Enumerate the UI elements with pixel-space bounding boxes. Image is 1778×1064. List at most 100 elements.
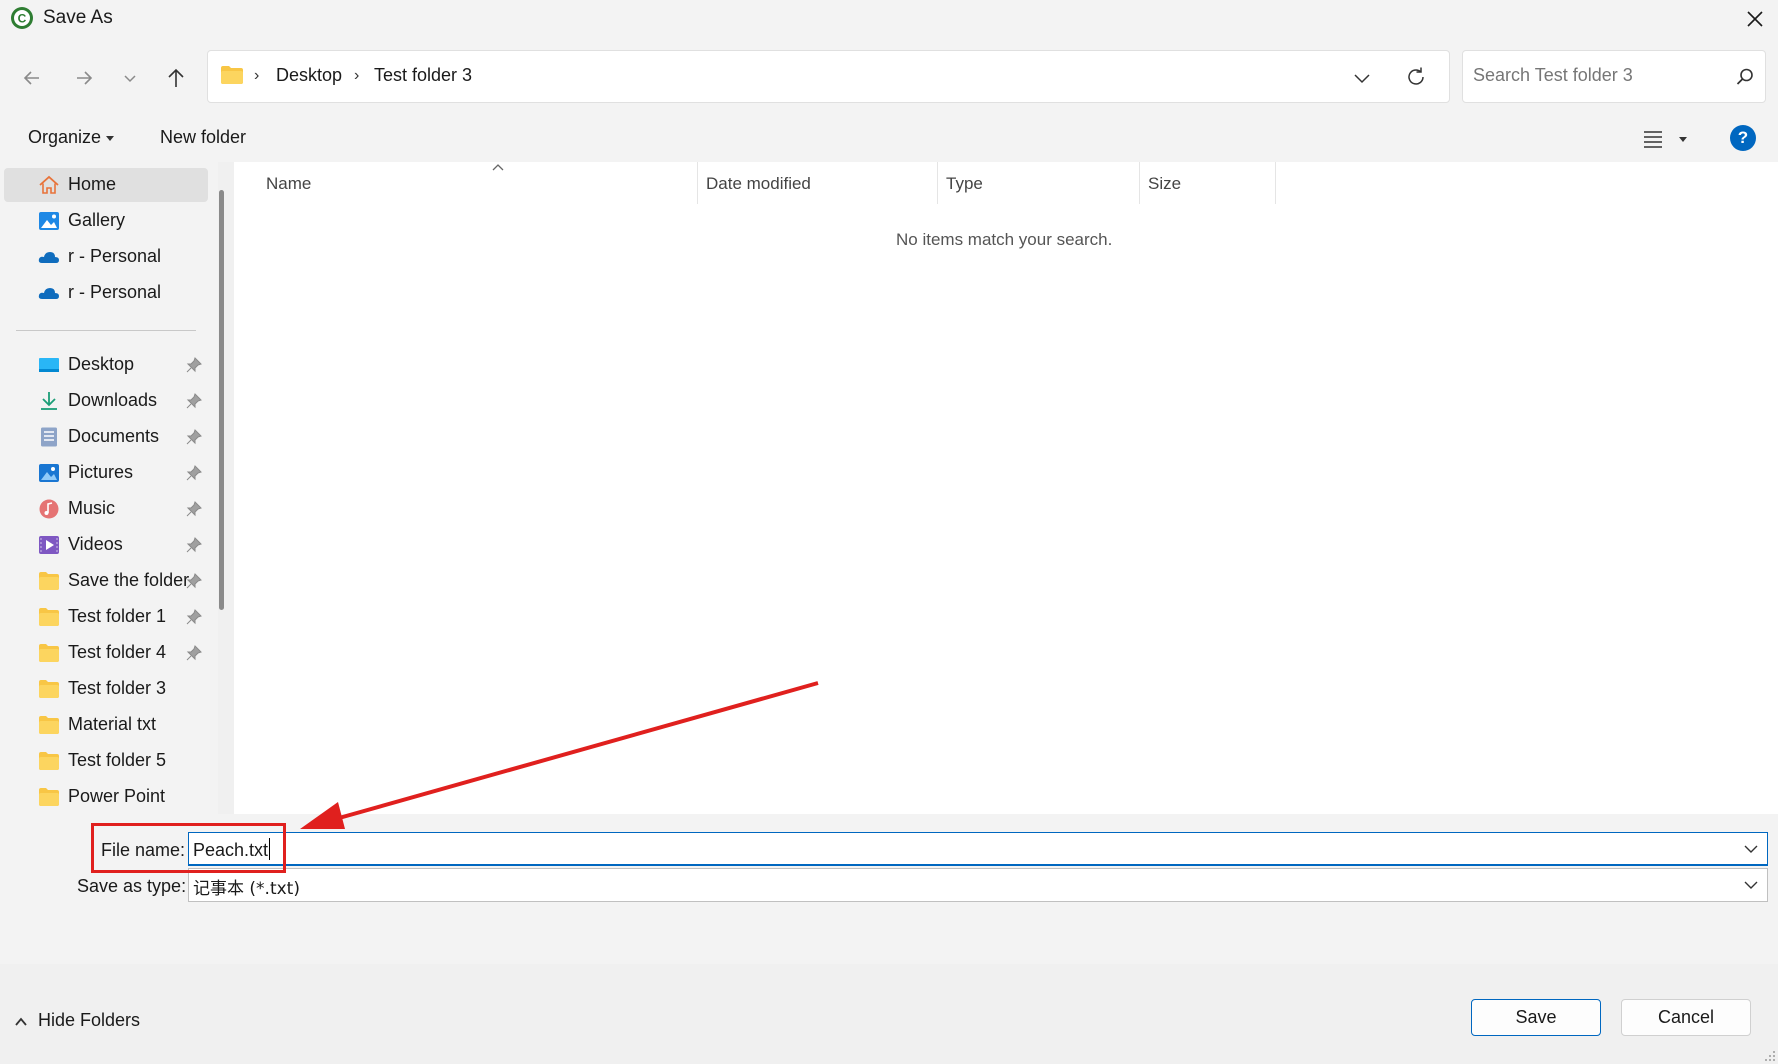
annotation-highlight-box (91, 823, 286, 873)
sidebar-item-documents[interactable]: Documents (4, 420, 208, 454)
close-icon (1747, 11, 1763, 27)
sidebar-item-label: Pictures (68, 462, 134, 482)
sidebar-item-label: Videos (68, 534, 123, 554)
sidebar-item-test-folder-3[interactable]: Test folder 3 (4, 672, 208, 706)
sidebar-item-save-the-folder[interactable]: Save the folder (4, 564, 208, 598)
breadcrumb-desktop[interactable]: Desktop (276, 65, 342, 86)
chevron-down-icon[interactable] (1743, 879, 1759, 891)
column-header-date-modified[interactable]: Date modified (698, 162, 938, 204)
column-header-name[interactable]: Name (258, 162, 698, 204)
save-button[interactable]: Save (1471, 999, 1601, 1036)
onedrive-icon (38, 288, 59, 299)
home-icon (39, 175, 59, 194)
folder-icon (39, 752, 59, 770)
sidebar-item-label: Test folder 5 (68, 750, 167, 770)
pin-icon[interactable] (186, 645, 202, 661)
folder-icon (39, 572, 59, 590)
forward-button[interactable] (66, 60, 102, 96)
cancel-button[interactable]: Cancel (1621, 999, 1751, 1036)
sidebar-item-label: Home (68, 174, 117, 194)
sidebar-item-label: Desktop (68, 354, 135, 374)
sidebar-item-gallery[interactable]: Gallery (4, 204, 208, 238)
new-folder-button[interactable]: New folder (160, 127, 246, 148)
sort-ascending-icon (492, 164, 504, 171)
pin-icon[interactable] (186, 609, 202, 625)
organize-button[interactable]: Organize (28, 127, 101, 148)
sidebar-item-power-point[interactable]: Power Point (4, 780, 208, 814)
pin-icon[interactable] (186, 501, 202, 517)
file-list: Name Date modified Type Size No items ma… (234, 162, 1778, 814)
address-history-button[interactable] (1348, 64, 1376, 92)
sidebar-item-onedrive[interactable]: r - Personal (4, 240, 208, 274)
sidebar-item-label: Material txt (68, 714, 157, 734)
save-as-type-label: Save as type: (77, 876, 187, 896)
pin-icon[interactable] (186, 573, 202, 589)
sidebar-item-music[interactable]: Music (4, 492, 208, 526)
desktop-icon (39, 358, 59, 372)
column-header-type[interactable]: Type (938, 162, 1140, 204)
pin-icon[interactable] (186, 393, 202, 409)
up-button[interactable] (158, 60, 194, 96)
sidebar-item-label: Music (68, 498, 116, 518)
folder-icon (39, 716, 59, 734)
chevron-down-icon[interactable] (1743, 843, 1759, 855)
title-bar: C Save As (0, 0, 1778, 38)
arrow-up-icon (168, 68, 184, 87)
sidebar-item-home[interactable]: Home (4, 168, 208, 202)
refresh-icon (1408, 67, 1424, 85)
sidebar-item-test-folder-4[interactable]: Test folder 4 (4, 636, 208, 670)
command-bar: Organize New folder ? (0, 114, 1778, 162)
sidebar-item-test-folder-5[interactable]: Test folder 5 (4, 744, 208, 778)
save-as-type-select[interactable]: 记事本 (*.txt) (188, 868, 1768, 902)
column-header-label: Size (1148, 174, 1182, 193)
view-options-icon[interactable] (1642, 126, 1688, 152)
column-header-label: Date modified (706, 174, 811, 193)
sidebar-item-downloads[interactable]: Downloads (4, 384, 208, 418)
sidebar-item-label: Test folder 3 (68, 678, 167, 698)
breadcrumb-current-folder[interactable]: Test folder 3 (374, 65, 472, 86)
sidebar-item-test-folder-1[interactable]: Test folder 1 (4, 600, 208, 634)
sidebar-item-desktop[interactable]: Desktop (4, 348, 208, 382)
gallery-icon (39, 212, 59, 230)
search-input[interactable] (1473, 65, 1723, 86)
sidebar-item-label: Documents (68, 426, 160, 446)
column-header-size[interactable]: Size (1140, 162, 1276, 204)
sidebar-item-label: r - Personal (68, 282, 162, 302)
chevron-up-icon (15, 1017, 27, 1026)
address-bar[interactable]: › Desktop › Test folder 3 (207, 50, 1450, 103)
back-button[interactable] (14, 60, 50, 96)
file-name-field[interactable]: Peach.txt (188, 832, 1768, 866)
refresh-button[interactable] (1401, 62, 1431, 92)
pin-icon[interactable] (186, 357, 202, 373)
sidebar-item-label: Power Point (68, 786, 166, 806)
search-box[interactable] (1462, 50, 1766, 103)
resize-grip-icon[interactable] (1762, 1048, 1776, 1062)
navigation-pane: Home Gallery r - Personal r - Personal D… (0, 162, 234, 814)
search-icon[interactable] (1735, 67, 1755, 87)
folder-icon (39, 644, 59, 662)
app-icon: C (11, 7, 33, 29)
pin-icon[interactable] (186, 537, 202, 553)
sidebar-item-label: r - Personal (68, 246, 162, 266)
sidebar-item-material-txt[interactable]: Material txt (4, 708, 208, 742)
sidebar-item-onedrive[interactable]: r - Personal (4, 276, 208, 310)
sidebar-item-pictures[interactable]: Pictures (4, 456, 208, 490)
help-icon[interactable]: ? (1730, 125, 1756, 151)
sidebar-scrollbar-thumb[interactable] (219, 190, 224, 610)
column-header-label: Type (946, 174, 983, 193)
folder-icon (221, 66, 243, 84)
chevron-down-icon (124, 75, 136, 83)
column-header-label: Name (266, 174, 312, 193)
sidebar-item-label: Test folder 1 (68, 606, 167, 626)
sidebar-divider (16, 330, 196, 331)
pin-icon[interactable] (186, 429, 202, 445)
recent-locations-button[interactable] (112, 60, 148, 96)
sidebar-item-videos[interactable]: Videos (4, 528, 208, 562)
save-as-type-value: 记事本 (*.txt) (193, 879, 300, 899)
music-icon (39, 499, 59, 519)
onedrive-icon (38, 252, 59, 263)
close-button[interactable] (1732, 0, 1778, 38)
folder-icon (39, 608, 59, 626)
pin-icon[interactable] (186, 465, 202, 481)
sidebar-item-label: Test folder 4 (68, 642, 167, 662)
